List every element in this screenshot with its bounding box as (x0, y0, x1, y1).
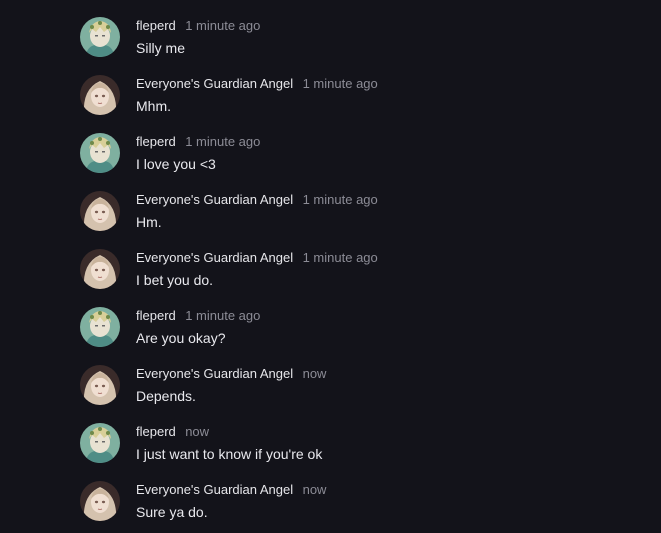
timestamp: now (185, 424, 210, 439)
message-item: Everyone's Guardian Angel now Sure ya do… (80, 481, 640, 533)
message-meta: Everyone's Guardian Angel 1 minute ago (136, 249, 378, 267)
timestamp: 1 minute ago (302, 76, 378, 91)
author-name[interactable]: fleperd (136, 424, 176, 439)
message-text: I bet you do. (136, 272, 214, 288)
author-name[interactable]: fleperd (136, 134, 176, 149)
message-meta: fleperd now (136, 423, 209, 441)
timestamp: 1 minute ago (185, 134, 261, 149)
message-item: Everyone's Guardian Angel 1 minute ago H… (80, 191, 640, 243)
message-item: Everyone's Guardian Angel now Depends. (80, 365, 640, 417)
avatar-fleperd-icon[interactable] (80, 17, 120, 57)
message-meta: fleperd 1 minute ago (136, 17, 260, 35)
avatar-fleperd-icon[interactable] (80, 133, 120, 173)
timestamp: 1 minute ago (185, 18, 261, 33)
timestamp: 1 minute ago (185, 308, 261, 323)
author-name[interactable]: Everyone's Guardian Angel (136, 482, 293, 497)
author-name[interactable]: Everyone's Guardian Angel (136, 192, 293, 207)
message-meta: Everyone's Guardian Angel 1 minute ago (136, 191, 378, 209)
author-name[interactable]: Everyone's Guardian Angel (136, 366, 293, 381)
message-item: Everyone's Guardian Angel 1 minute ago I… (80, 249, 640, 301)
message-text: I love you <3 (136, 156, 216, 172)
avatar-angel-icon[interactable] (80, 365, 120, 405)
timestamp: 1 minute ago (302, 250, 378, 265)
avatar-fleperd-icon[interactable] (80, 423, 120, 463)
message-meta: fleperd 1 minute ago (136, 133, 260, 151)
author-name[interactable]: fleperd (136, 18, 176, 33)
message-item: fleperd now I just want to know if you'r… (80, 423, 640, 475)
timestamp: now (302, 366, 327, 381)
message-item: fleperd 1 minute ago Are you okay? (80, 307, 640, 359)
message-item: fleperd 1 minute ago I love you <3 (80, 133, 640, 185)
message-meta: fleperd 1 minute ago (136, 307, 260, 325)
message-text: Sure ya do. (136, 504, 208, 520)
timestamp: 1 minute ago (302, 192, 378, 207)
message-text: Hm. (136, 214, 162, 230)
avatar-angel-icon[interactable] (80, 481, 120, 521)
message-item: Everyone's Guardian Angel 1 minute ago M… (80, 75, 640, 127)
author-name[interactable]: Everyone's Guardian Angel (136, 76, 293, 91)
message-item: fleperd 1 minute ago Silly me (80, 17, 640, 69)
message-text: Are you okay? (136, 330, 226, 346)
message-feed: fleperd 1 minute ago Silly me Everyone's… (0, 0, 661, 525)
message-meta: Everyone's Guardian Angel 1 minute ago (136, 75, 378, 93)
message-text: I just want to know if you're ok (136, 446, 323, 462)
message-text: Mhm. (136, 98, 171, 114)
avatar-fleperd-icon[interactable] (80, 307, 120, 347)
message-meta: Everyone's Guardian Angel now (136, 365, 326, 383)
message-text: Silly me (136, 40, 186, 56)
avatar-angel-icon[interactable] (80, 75, 120, 115)
author-name[interactable]: fleperd (136, 308, 176, 323)
message-text: Depends. (136, 388, 196, 404)
author-name[interactable]: Everyone's Guardian Angel (136, 250, 293, 265)
avatar-angel-icon[interactable] (80, 191, 120, 231)
avatar-angel-icon[interactable] (80, 249, 120, 289)
message-meta: Everyone's Guardian Angel now (136, 481, 326, 499)
timestamp: now (302, 482, 327, 497)
